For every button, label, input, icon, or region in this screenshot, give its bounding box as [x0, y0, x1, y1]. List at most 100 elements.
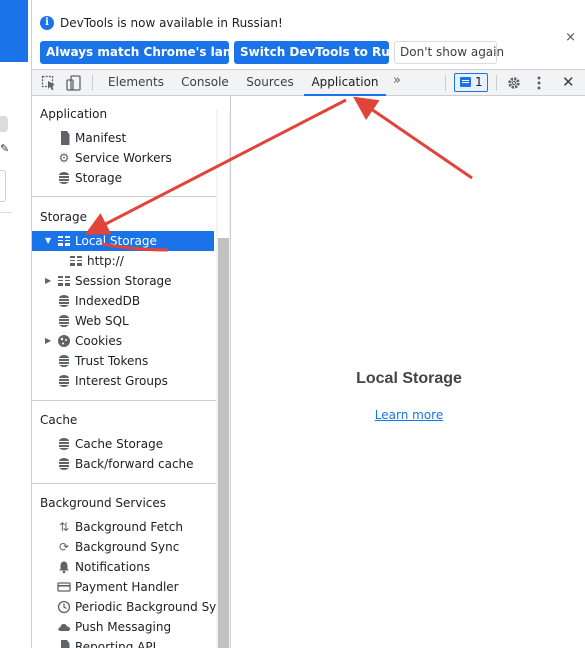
sidebar-item-label: Back/forward cache — [75, 457, 194, 471]
section-divider — [32, 483, 216, 484]
sidebar-item-indexeddb[interactable]: IndexedDB — [32, 291, 214, 311]
sidebar-item-label: Cache Storage — [75, 437, 164, 451]
section-divider — [32, 196, 216, 197]
collapse-triangle-icon[interactable]: ▶ — [45, 331, 51, 351]
sidebar-item-label: Background Fetch — [75, 520, 183, 534]
sidebar-item-label: Notifications — [75, 560, 151, 574]
toolbar-separator — [496, 75, 497, 91]
grid-icon — [57, 274, 71, 288]
info-icon: i — [40, 16, 54, 30]
page-input-edge — [0, 170, 6, 202]
sidebar-item-label: Reporting API — [75, 640, 157, 648]
database-icon — [57, 457, 71, 471]
more-options-kebab-icon[interactable] — [535, 74, 543, 92]
devtools-panel: i DevTools is now available in Russian! … — [31, 0, 585, 648]
sidebar-item-periodic-background-sync[interactable]: Periodic Background Sync — [32, 597, 230, 617]
sidebar-item-service-workers[interactable]: ⚙ Service Workers — [32, 148, 214, 168]
toolbar-separator — [92, 75, 93, 91]
pencil-icon: ✎ — [0, 142, 10, 155]
sidebar-item-label: Background Sync — [75, 540, 180, 554]
devtools-toolbar: Elements Console Sources Application » 1… — [32, 70, 585, 96]
always-match-language-button[interactable]: Always match Chrome's language — [40, 41, 273, 64]
sidebar-item-label: Local Storage — [75, 234, 157, 248]
database-icon — [57, 374, 71, 388]
dont-show-again-button[interactable]: Don't show again — [394, 41, 504, 64]
database-icon — [57, 171, 71, 185]
database-icon — [57, 354, 71, 368]
more-tabs-chevron-icon[interactable]: » — [393, 73, 401, 88]
close-devtools-icon[interactable]: ✕ — [562, 73, 575, 91]
message-icon — [460, 77, 471, 87]
section-title-background-services: Background Services — [40, 496, 167, 510]
sidebar-item-push-messaging[interactable]: Push Messaging — [32, 617, 214, 637]
grid-icon — [69, 254, 83, 268]
toolbar-separator — [445, 75, 446, 91]
sidebar-item-label: http:// — [87, 254, 124, 268]
database-icon — [57, 294, 71, 308]
sync-icon: ⟳ — [58, 540, 70, 554]
sidebar-item-label: Trust Tokens — [75, 354, 149, 368]
up-down-arrows-icon: ⇅ — [58, 520, 70, 534]
sidebar-item-cookies[interactable]: ▶ Cookies — [32, 331, 214, 351]
sidebar-item-label: Service Workers — [75, 151, 172, 165]
empty-state-title: Local Storage — [356, 370, 462, 387]
sidebar-item-label: IndexedDB — [75, 294, 141, 308]
sidebar-item-label: Storage — [75, 171, 122, 185]
sidebar-item-payment-handler[interactable]: Payment Handler — [32, 577, 214, 597]
sidebar-item-cache-storage[interactable]: Cache Storage — [32, 434, 214, 454]
sidebar-item-trust-tokens[interactable]: Trust Tokens — [32, 351, 214, 371]
local-storage-main-pane: Local Storage Learn more — [232, 96, 585, 648]
sidebar-item-background-sync[interactable]: ⟳ Background Sync — [32, 537, 214, 557]
sidebar-item-label: Session Storage — [75, 274, 172, 288]
tab-application[interactable]: Application — [304, 70, 386, 96]
card-icon — [57, 580, 71, 594]
tab-elements[interactable]: Elements — [104, 70, 168, 96]
tab-console[interactable]: Console — [175, 70, 235, 96]
document-icon — [61, 131, 70, 145]
infobar-message: DevTools is now available in Russian! — [60, 16, 283, 30]
bell-icon — [57, 560, 71, 574]
page-header-bar — [0, 0, 28, 62]
sidebar-item-notifications[interactable]: Notifications — [32, 557, 214, 577]
document-icon — [61, 640, 70, 648]
grid-icon — [57, 234, 71, 248]
sidebar-item-label: Payment Handler — [75, 580, 179, 594]
sidebar-item-manifest[interactable]: Manifest — [32, 128, 214, 148]
sidebar-item-session-storage[interactable]: ▶ Session Storage — [32, 271, 214, 291]
device-toolbar-icon[interactable] — [66, 74, 82, 92]
switch-to-russian-button[interactable]: Switch DevTools to Russian — [234, 41, 425, 64]
gear-icon: ⚙ — [58, 151, 70, 165]
section-divider — [32, 400, 216, 401]
sidebar-item-web-sql[interactable]: Web SQL — [32, 311, 214, 331]
section-title-application: Application — [40, 107, 108, 121]
settings-gear-icon[interactable] — [506, 74, 522, 92]
database-icon — [57, 314, 71, 328]
infobar-close-icon[interactable]: × — [565, 30, 576, 45]
sidebar-item-label: Push Messaging — [75, 620, 172, 634]
scrollbar-thumb[interactable] — [218, 238, 229, 648]
sidebar-item-local-storage-origin[interactable]: http:// — [32, 251, 214, 271]
sidebar-scrollbar[interactable] — [216, 110, 230, 648]
cloud-icon — [57, 620, 71, 634]
issues-count: 1 — [475, 75, 483, 89]
sidebar-item-back-forward-cache[interactable]: Back/forward cache — [32, 454, 214, 474]
sidebar-item-label: Interest Groups — [75, 374, 168, 388]
sidebar-item-background-fetch[interactable]: ⇅ Background Fetch — [32, 517, 214, 537]
learn-more-link[interactable]: Learn more — [232, 408, 585, 422]
issues-counter-button[interactable]: 1 — [454, 73, 488, 92]
database-icon — [57, 437, 71, 451]
expand-triangle-icon[interactable]: ▼ — [45, 231, 51, 251]
sidebar-item-reporting-api[interactable]: Reporting API — [32, 637, 214, 648]
clock-icon — [57, 600, 71, 614]
section-title-storage: Storage — [40, 210, 87, 224]
inspect-element-icon[interactable] — [41, 74, 57, 92]
sidebar-item-label: Web SQL — [75, 314, 129, 328]
underlying-page-strip: ✎ — [0, 0, 31, 648]
sidebar-item-storage[interactable]: Storage — [32, 168, 214, 188]
sidebar-item-interest-groups[interactable]: Interest Groups — [32, 371, 214, 391]
tab-sources[interactable]: Sources — [242, 70, 298, 96]
sidebar-item-local-storage[interactable]: ▼ Local Storage — [32, 231, 214, 251]
page-scroll-pill — [0, 116, 8, 132]
collapse-triangle-icon[interactable]: ▶ — [45, 271, 51, 291]
sidebar-item-label: Cookies — [75, 334, 122, 348]
